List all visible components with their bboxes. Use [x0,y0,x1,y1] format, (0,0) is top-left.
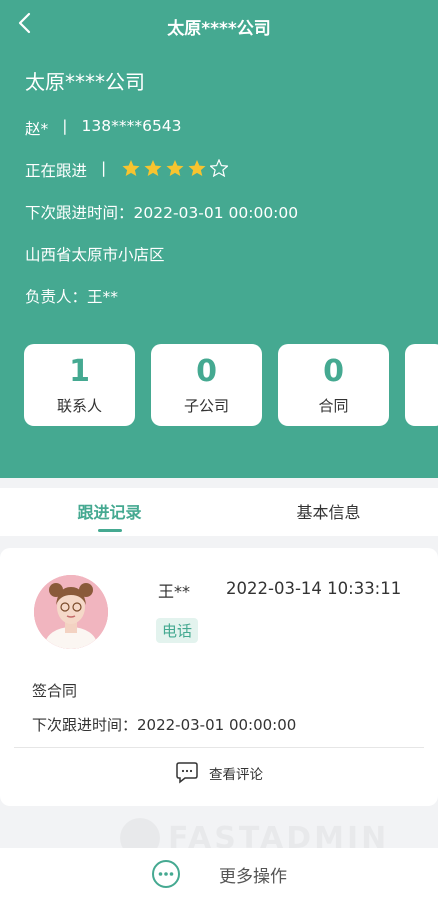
star-empty-icon [210,159,229,177]
company-address: 山西省太原市小店区 [25,246,165,264]
tab-followup-records[interactable]: 跟进记录 [0,488,219,536]
tab-bar: 跟进记录 基本信息 [0,488,438,536]
followup-status: 正在跟进 [25,162,88,180]
record-content: 签合同 [32,682,78,700]
status-line: 正在跟进 | [25,159,413,201]
tab-basic-info[interactable]: 基本信息 [219,488,438,536]
stat-label: 合同 [318,396,349,415]
stat-contacts[interactable]: 1 联系人 [24,344,135,426]
record-type-badge: 电话 [156,618,199,643]
star-filled-icon [144,160,162,176]
view-comments-button[interactable]: 查看评论 [0,762,438,784]
next-followup: 下次跟进时间：2022-03-01 00:00:00 [25,204,299,222]
more-options-icon [152,860,180,888]
contact-line: 赵* | 138****6543 [25,117,413,159]
record-next-time: 下次跟进时间：2022-03-01 00:00:00 [32,716,297,734]
divider [14,747,424,748]
stat-label: 联系人 [56,396,102,415]
more-actions-bar[interactable]: 更多操作 [0,848,438,900]
star-filled-icon [122,160,140,176]
company-header: 太原****公司 太原****公司 赵* | 138****6543 正在跟进 … [0,0,438,478]
avatar [34,575,108,649]
stat-more[interactable] [405,344,438,426]
stat-value: 0 [323,353,344,389]
owner: 负责人：王** [25,288,119,306]
followup-record-card: 王** 2022-03-14 10:33:11 电话 签合同 下次跟进时间：20… [0,548,438,806]
star-filled-icon [188,160,206,176]
comment-icon [176,762,198,784]
rating-stars [122,159,229,177]
stat-value: 1 [69,353,90,389]
record-time: 2022-03-14 10:33:11 [226,579,402,598]
view-comments-label: 查看评论 [209,767,263,783]
stat-subsidiaries[interactable]: 0 子公司 [151,344,262,426]
stat-label: 子公司 [183,396,229,415]
stats-row: 1 联系人 0 子公司 0 合同 [24,344,438,426]
more-actions-label: 更多操作 [219,866,287,887]
contact-phone[interactable]: 138****6543 [82,117,182,135]
company-name: 太原****公司 [25,70,145,94]
page-title: 太原****公司 [167,19,271,39]
contact-name: 赵* [25,120,49,138]
stat-contracts[interactable]: 0 合同 [278,344,389,426]
stat-value: 0 [196,353,217,389]
nav-bar: 太原****公司 [0,0,438,54]
star-filled-icon [166,160,184,176]
separator: | [101,159,107,177]
separator: | [62,117,68,135]
record-author: 王** [158,582,191,601]
